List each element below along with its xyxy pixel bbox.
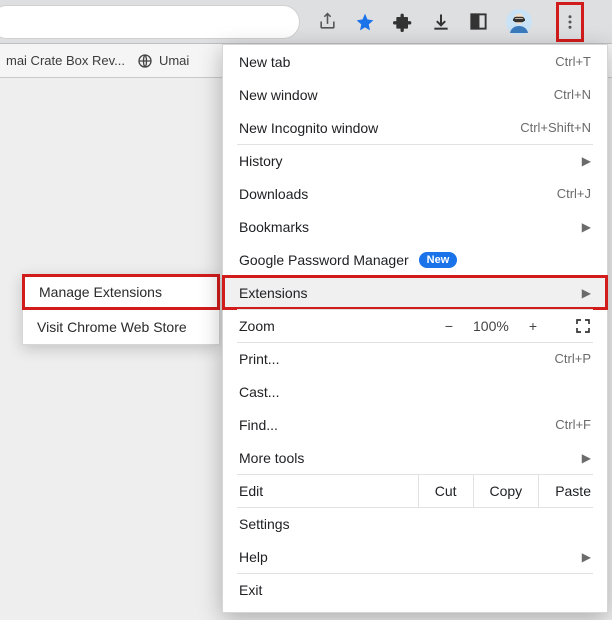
- menu-item-label: History: [239, 153, 582, 169]
- menu-item-label: Zoom: [239, 318, 445, 334]
- menu-item-shortcut: Ctrl+P: [555, 351, 591, 366]
- submenu-arrow-icon: ▶: [582, 550, 591, 564]
- menu-item-downloads[interactable]: Downloads Ctrl+J: [223, 177, 607, 210]
- edit-cut-button[interactable]: Cut: [418, 474, 473, 507]
- bookmark-label: Umai: [159, 53, 189, 68]
- menu-item-new-incognito[interactable]: New Incognito window Ctrl+Shift+N: [223, 111, 607, 144]
- share-icon[interactable]: [318, 12, 337, 31]
- submenu-item-chrome-web-store[interactable]: Visit Chrome Web Store: [23, 310, 219, 344]
- submenu-item-label: Manage Extensions: [39, 284, 162, 300]
- menu-item-password-manager[interactable]: Google Password Manager New: [223, 243, 607, 276]
- bookmark-label: mai Crate Box Rev...: [6, 53, 125, 68]
- menu-item-label: Find...: [239, 417, 555, 433]
- menu-item-label: Exit: [239, 582, 591, 598]
- menu-item-label: Cast...: [239, 384, 591, 400]
- bookmark-item[interactable]: mai Crate Box Rev...: [6, 53, 125, 68]
- overflow-menu: New tab Ctrl+T New window Ctrl+N New Inc…: [222, 44, 608, 613]
- submenu-arrow-icon: ▶: [582, 220, 591, 234]
- extensions-puzzle-icon[interactable]: [393, 12, 413, 32]
- menu-item-label: Bookmarks: [239, 219, 582, 235]
- submenu-arrow-icon: ▶: [582, 154, 591, 168]
- menu-item-label: Extensions: [239, 285, 582, 301]
- menu-item-label: Help: [239, 549, 582, 565]
- fullscreen-icon[interactable]: [575, 318, 591, 334]
- menu-item-shortcut: Ctrl+J: [557, 186, 591, 201]
- menu-item-print[interactable]: Print... Ctrl+P: [223, 342, 607, 375]
- menu-item-label: Settings: [239, 516, 591, 532]
- globe-icon: [137, 53, 153, 69]
- bookmark-item[interactable]: Umai: [137, 53, 189, 69]
- zoom-value: 100%: [473, 318, 509, 334]
- menu-item-bookmarks[interactable]: Bookmarks ▶: [223, 210, 607, 243]
- toolbar-icons: [300, 2, 584, 42]
- menu-item-label: Google Password Manager: [239, 252, 409, 268]
- bookmark-star-icon[interactable]: [355, 12, 375, 32]
- submenu-arrow-icon: ▶: [582, 286, 591, 300]
- zoom-in-button[interactable]: +: [529, 318, 537, 334]
- browser-toolbar: [0, 0, 612, 44]
- submenu-item-label: Visit Chrome Web Store: [37, 319, 187, 335]
- menu-item-settings[interactable]: Settings: [223, 507, 607, 540]
- menu-item-extensions[interactable]: Extensions ▶: [223, 276, 607, 309]
- menu-item-cast[interactable]: Cast...: [223, 375, 607, 408]
- profile-avatar-icon[interactable]: [506, 9, 532, 35]
- menu-item-shortcut: Ctrl+Shift+N: [520, 120, 591, 135]
- edit-copy-button[interactable]: Copy: [473, 474, 539, 507]
- reading-list-icon[interactable]: [469, 12, 488, 31]
- menu-item-new-window[interactable]: New window Ctrl+N: [223, 78, 607, 111]
- menu-item-label: Edit: [239, 483, 418, 499]
- menu-item-new-tab[interactable]: New tab Ctrl+T: [223, 45, 607, 78]
- menu-item-more-tools[interactable]: More tools ▶: [223, 441, 607, 474]
- menu-item-zoom: Zoom − 100% +: [223, 309, 607, 342]
- download-icon[interactable]: [431, 12, 451, 32]
- edit-paste-button[interactable]: Paste: [538, 474, 607, 507]
- menu-item-shortcut: Ctrl+N: [554, 87, 591, 102]
- overflow-menu-highlight: [556, 2, 584, 42]
- menu-item-shortcut: Ctrl+F: [555, 417, 591, 432]
- menu-item-label: Print...: [239, 351, 555, 367]
- zoom-out-button[interactable]: −: [445, 318, 453, 334]
- menu-item-shortcut: Ctrl+T: [555, 54, 591, 69]
- menu-item-help[interactable]: Help ▶: [223, 540, 607, 573]
- menu-item-label: New Incognito window: [239, 120, 520, 136]
- menu-item-label: More tools: [239, 450, 582, 466]
- menu-item-edit: Edit Cut Copy Paste: [223, 474, 607, 507]
- new-badge: New: [419, 252, 458, 268]
- address-bar[interactable]: [0, 5, 300, 39]
- menu-item-find[interactable]: Find... Ctrl+F: [223, 408, 607, 441]
- extensions-submenu: Manage Extensions Visit Chrome Web Store: [22, 274, 220, 345]
- menu-item-exit[interactable]: Exit: [223, 573, 607, 606]
- submenu-item-manage-extensions[interactable]: Manage Extensions: [22, 274, 220, 310]
- menu-item-label: New window: [239, 87, 554, 103]
- menu-item-history[interactable]: History ▶: [223, 144, 607, 177]
- submenu-arrow-icon: ▶: [582, 451, 591, 465]
- kebab-menu-icon[interactable]: [561, 13, 579, 31]
- menu-item-label: New tab: [239, 54, 555, 70]
- menu-item-label: Downloads: [239, 186, 557, 202]
- page-content: Manage Extensions Visit Chrome Web Store…: [0, 78, 612, 620]
